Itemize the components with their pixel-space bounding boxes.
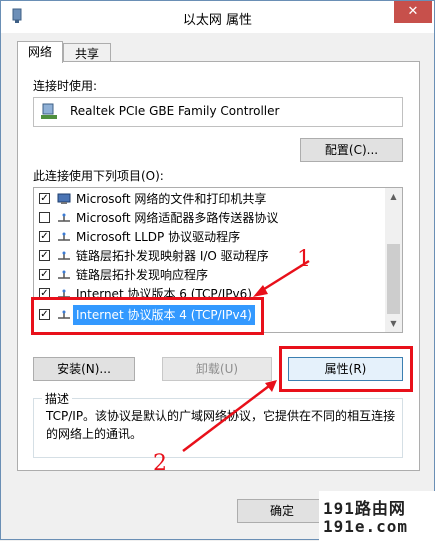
adapter-name: Realtek PCIe GBE Family Controller (70, 104, 280, 118)
protocol-icon (58, 270, 70, 279)
window-title: 以太网 属性 (182, 13, 253, 28)
watermark-line-1: 191路由网 (323, 499, 406, 518)
properties-window: 以太网 属性 ✕ 网络 共享 连接时使用: Realtek PCIe GBE F… (0, 0, 435, 541)
scroll-thumb[interactable] (387, 244, 400, 314)
item-label: Microsoft LLDP 协议驱动程序 (76, 230, 241, 244)
connect-using-label: 连接时使用: (33, 79, 98, 93)
protocol-icon (58, 251, 70, 260)
install-button[interactable]: 安装(N)... (33, 357, 135, 381)
network-card-icon (41, 103, 57, 119)
tab-network[interactable]: 网络 (17, 41, 63, 63)
tab-sharing[interactable]: 共享 (63, 43, 111, 63)
item-checkbox[interactable] (39, 212, 50, 223)
protocol-icon (58, 232, 70, 241)
annotation-number-1: 1 (297, 247, 311, 272)
items-label: 此连接使用下列项目(O): (33, 169, 164, 183)
watermark-line-2: 191e.com (323, 517, 409, 536)
scroll-down-icon[interactable]: ▼ (385, 315, 402, 332)
title-bar[interactable]: 以太网 属性 ✕ (1, 1, 434, 33)
item-checkbox[interactable]: ✓ (39, 231, 50, 242)
network-client-icon (57, 193, 71, 204)
adapter-name-box: Realtek PCIe GBE Family Controller (33, 97, 403, 127)
annotation-arrows (182, 259, 310, 452)
list-scrollbar[interactable]: ▲ ▼ (385, 188, 402, 332)
description-label: 描述 (42, 390, 73, 407)
protocol-icon (58, 213, 70, 222)
ok-button[interactable]: 确定 (237, 499, 327, 523)
item-label: Microsoft 网络的文件和打印机共享 (76, 192, 267, 206)
annotation-number-2: 2 (153, 451, 167, 476)
item-label: Microsoft 网络适配器多路传送器协议 (76, 211, 279, 225)
item-checkbox[interactable]: ✓ (39, 269, 50, 280)
item-checkbox[interactable]: ✓ (39, 193, 50, 204)
configure-button[interactable]: 配置(C)... (300, 138, 403, 162)
watermark: 191路由网 191e.com (319, 491, 435, 541)
item-checkbox[interactable]: ✓ (39, 250, 50, 261)
scroll-up-icon[interactable]: ▲ (385, 188, 402, 205)
close-button[interactable]: ✕ (394, 1, 432, 23)
